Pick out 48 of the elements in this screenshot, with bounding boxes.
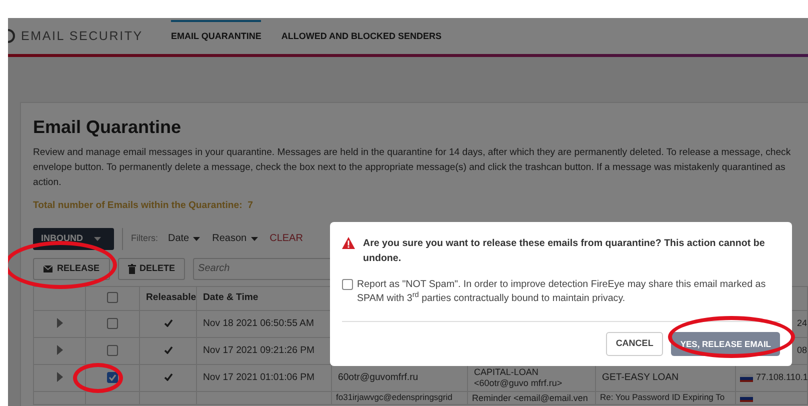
dialog-message: Are you sure you want to release these emails from quarantine? This action cannot be undone.	[363, 237, 766, 266]
filters-label: Filters:	[131, 232, 158, 246]
expand-arrow-icon	[56, 318, 62, 328]
description-text: Review and manage email messages in your quarantine. Messages are held in the quarantine for 14 days, after which they are permanently deleted. To release a message, check envelope button. To permanently delete a message, check the box next to the appropriate message(s) and click the trashcan button. If a message was mistakenly quarantined as action.	[33, 146, 792, 190]
warning-icon	[342, 237, 355, 249]
trash-icon	[128, 264, 136, 274]
check-icon	[108, 372, 117, 382]
select-all-checkbox[interactable]	[107, 292, 118, 304]
clear-button[interactable]: CLEAR	[264, 231, 309, 246]
cancel-button[interactable]: CANCEL	[606, 332, 664, 356]
flag-icon	[740, 374, 753, 382]
report-checkbox[interactable]	[342, 279, 353, 290]
nav-tab[interactable]: EMAIL QUARANTINE	[171, 20, 262, 52]
row-checkbox[interactable]	[107, 344, 118, 356]
logo-text: EMAIL SECURITY	[21, 28, 143, 45]
total-label: Total number of Emails within the Quarantine:	[33, 200, 242, 211]
logo-icon	[8, 28, 16, 44]
table-cell-text: Nov 17 2021 09:21:26 PM	[203, 344, 314, 356]
table-cell-text: Nov 18 2021 06:50:55 AM	[203, 318, 314, 329]
total-count: 7	[248, 200, 253, 211]
delete-button[interactable]: DELETE	[118, 258, 186, 280]
table-cell-text: Re: You Password ID Expiring To	[600, 392, 725, 402]
column-header: Releasable	[140, 286, 196, 310]
annotation-ellipse	[73, 363, 123, 393]
ip-address: 77.108.110.1	[756, 372, 808, 382]
nav-tab[interactable]: ALLOWED AND BLOCKED SENDERS	[281, 20, 442, 52]
row-checkbox[interactable]	[107, 372, 118, 383]
report-label: Report as "NOT Spam". In order to improve detection FireEye may share this email marked as SPAM with 3$^{rd}$ parties contractually bound to maintain privacy.	[357, 278, 767, 306]
table-cell-text: Nov 17 2021 01:01:06 PM	[203, 372, 314, 383]
envelope-icon	[43, 264, 53, 273]
expand-arrow-icon	[56, 372, 62, 382]
ip-address: 24	[796, 318, 807, 328]
ip-address: 08	[796, 345, 807, 356]
caret-icon	[94, 236, 100, 241]
release-button[interactable]: RELEASE	[33, 258, 110, 280]
caret-icon	[193, 236, 200, 241]
table-cell-text: 60otr@guvomfrf.ru	[338, 372, 418, 383]
table-cell-text: GET-EASY LOAN	[602, 372, 679, 383]
page-title: Email Quarantine	[33, 117, 182, 139]
row-checkbox[interactable]	[107, 318, 118, 329]
table-cell-text: CAPITAL-LOAN <60otr@guvo mfrf.ru>	[474, 366, 562, 388]
expand-arrow-icon	[56, 345, 62, 356]
flag-icon	[740, 394, 753, 402]
filter-dropdown[interactable]: Reason	[206, 231, 264, 246]
filter-dropdown[interactable]: Date	[162, 231, 206, 246]
table-cell-text: fo31irjawvgc@edenspringsgrid	[336, 392, 452, 402]
caret-icon	[250, 236, 258, 241]
table-cell-text: Reminder <email@email.ven	[472, 392, 588, 403]
